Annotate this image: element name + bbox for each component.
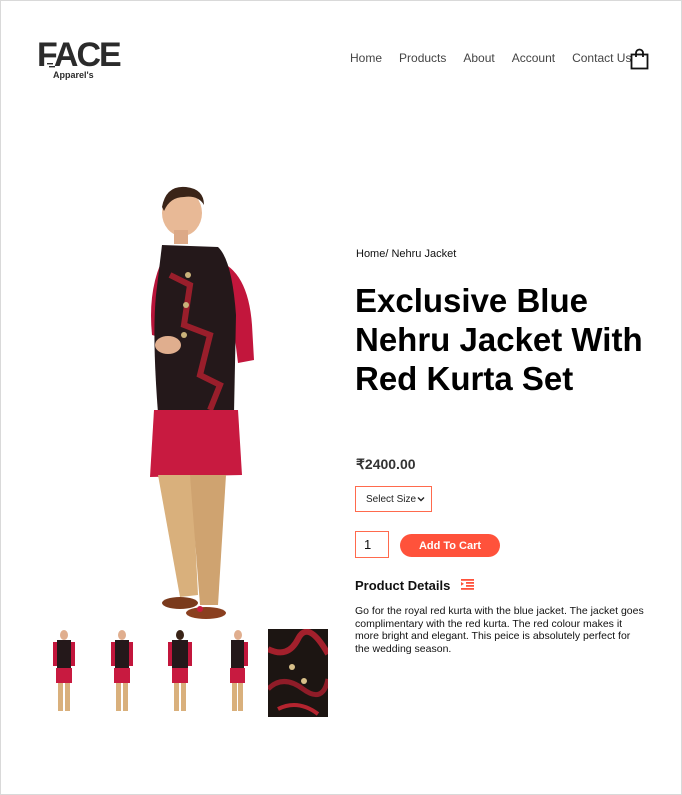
thumbnail-front[interactable] <box>36 629 93 716</box>
shopping-bag-icon[interactable] <box>630 48 649 70</box>
size-select[interactable]: Select Size <box>355 486 432 512</box>
main-nav: Home Products About Account Contact Us <box>350 51 648 65</box>
thumbnail-front-2[interactable] <box>94 629 151 716</box>
brand-logo[interactable]: FACE Apparel's <box>37 38 122 84</box>
product-description: Go for the royal red kurta with the blue… <box>355 605 644 655</box>
product-main-image <box>150 186 254 619</box>
add-to-cart-button[interactable]: Add To Cart <box>400 534 500 557</box>
nav-about[interactable]: About <box>463 51 494 65</box>
brand-tagline: Apparel's <box>53 70 94 80</box>
breadcrumb: Home/ Nehru Jacket <box>356 248 457 260</box>
nav-account[interactable]: Account <box>512 51 555 65</box>
chevron-down-icon <box>417 497 425 502</box>
indent-list-icon[interactable] <box>461 579 474 590</box>
logo-speed-lines-icon <box>47 63 55 68</box>
nav-products[interactable]: Products <box>399 51 446 65</box>
size-select-value: Select Size <box>366 493 417 505</box>
thumbnail-gallery <box>36 629 329 717</box>
product-details-heading: Product Details <box>355 578 451 593</box>
product-price: ₹2400.00 <box>356 456 416 472</box>
product-title: Exclusive Blue Nehru Jacket With Red Kur… <box>355 282 643 397</box>
nav-contact-us[interactable]: Contact Us <box>572 51 631 65</box>
quantity-input[interactable]: 1 <box>355 531 389 558</box>
thumbnail-side[interactable] <box>210 629 267 716</box>
thumbnail-back[interactable] <box>152 629 209 716</box>
nav-home[interactable]: Home <box>350 51 382 65</box>
thumbnail-fabric-closeup[interactable] <box>268 629 328 717</box>
